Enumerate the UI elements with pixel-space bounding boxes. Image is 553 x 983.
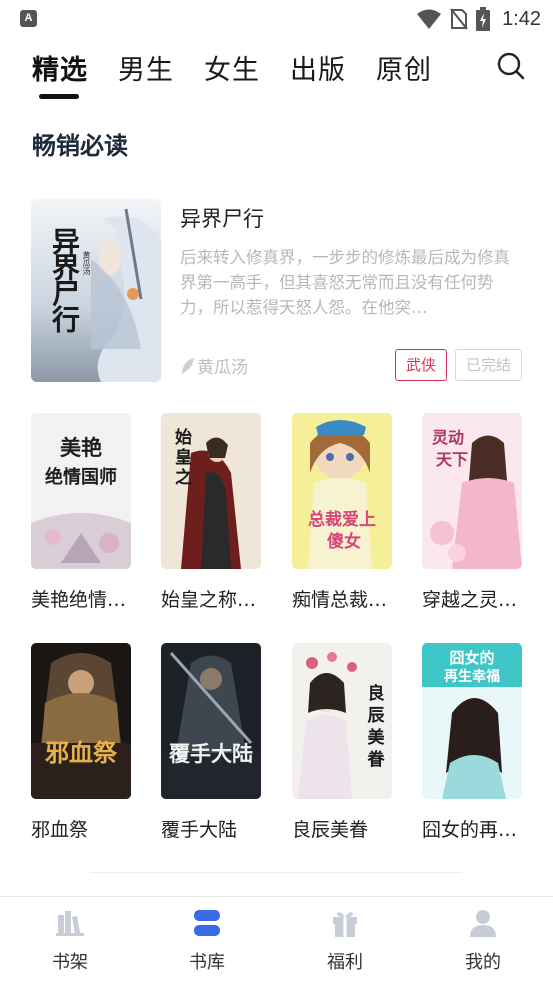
tab-featured[interactable]: 精选 [32, 48, 88, 87]
book-card[interactable]: 覆手大陆 覆手大陆 [161, 643, 261, 842]
cover-text: 囧女的 [449, 649, 494, 667]
featured-book[interactable]: 异界尸行 黄瓜汤 异界尸行 后来转入修真界，一步步的修炼最后成为修真界第一高手，… [31, 199, 523, 383]
cover-text: 灵动 [432, 428, 464, 447]
featured-book-cover[interactable]: 异界尸行 黄瓜汤 [31, 199, 161, 382]
quill-icon [181, 357, 194, 374]
genre-tag[interactable]: 武侠 [395, 349, 447, 381]
nav-welfare[interactable]: 福利 [300, 907, 390, 974]
status-tag: 已完结 [455, 349, 522, 381]
nav-profile[interactable]: 我的 [438, 907, 528, 974]
cover-text: 皇 [175, 447, 192, 468]
book-card[interactable]: 良 辰 美 眷 良辰美眷 [292, 643, 392, 842]
clock: 1:42 [502, 7, 541, 30]
tab-female[interactable]: 女生 [204, 48, 260, 87]
profile-icon [470, 910, 496, 937]
cover-text: 始 [175, 427, 192, 448]
cover-text: 眷 [367, 749, 386, 770]
category-tabs: 精选 男生 女生 出版 原创 [0, 44, 553, 104]
book-card[interactable]: 始 皇 之 始皇之称… [161, 413, 261, 612]
wifi-icon [417, 9, 442, 29]
cover-text: 绝情国师 [45, 466, 117, 488]
cover-text: 总裁爱上 [308, 509, 376, 530]
divider [90, 872, 462, 873]
book-title[interactable]: 覆手大陆 [161, 815, 261, 842]
bookshelf-icon [56, 911, 84, 936]
book-title[interactable]: 美艳绝情… [31, 585, 131, 612]
book-title[interactable]: 囧女的再… [422, 815, 522, 842]
book-cover[interactable]: 良 辰 美 眷 [292, 643, 392, 799]
nav-library[interactable]: 书库 [162, 907, 252, 974]
nav-bookshelf[interactable]: 书架 [25, 907, 115, 974]
book-cover[interactable]: 美艳 绝情国师 [31, 413, 131, 569]
gift-icon [333, 912, 357, 937]
cover-text: 覆手大陆 [169, 741, 253, 766]
cover-text: 傻女 [327, 531, 361, 552]
book-cover[interactable]: 邪血祭 [31, 643, 131, 799]
book-card[interactable]: 灵动 天下 穿越之灵… [422, 413, 522, 612]
cover-text: 再生幸福 [444, 668, 500, 685]
book-card[interactable]: 美艳 绝情国师 美艳绝情… [31, 413, 131, 612]
featured-book-author: 黄瓜汤 [180, 353, 248, 378]
book-cover[interactable]: 始 皇 之 [161, 413, 261, 569]
nav-label: 我的 [465, 952, 501, 973]
cover-text: 天下 [436, 450, 468, 469]
cover-text: 之 [175, 467, 192, 488]
cover-text: 美艳 [60, 435, 102, 460]
app-notification-icon: A [20, 10, 37, 27]
section-title: 畅销必读 [32, 132, 128, 160]
status-bar: A 1:42 [0, 0, 553, 40]
book-card[interactable]: 囧女的 再生幸福 囧女的再… [422, 643, 522, 842]
book-cover[interactable]: 覆手大陆 [161, 643, 261, 799]
nav-label: 书库 [189, 952, 225, 973]
featured-book-title[interactable]: 异界尸行 [180, 203, 264, 233]
cover-text: 美 [368, 727, 386, 748]
battery-charging-icon [476, 7, 491, 31]
active-tab-indicator [39, 94, 79, 99]
tab-original[interactable]: 原创 [376, 48, 432, 87]
tab-male[interactable]: 男生 [118, 48, 174, 87]
nav-label: 福利 [327, 952, 363, 973]
status-icons: 1:42 [416, 6, 541, 32]
cover-text: 良 [368, 683, 385, 704]
book-title[interactable]: 邪血祭 [31, 815, 131, 842]
featured-cover-author: 黄瓜汤 [82, 251, 91, 275]
book-title[interactable]: 始皇之称… [161, 585, 261, 612]
cover-text: 辰 [368, 706, 386, 726]
nav-label: 书架 [52, 952, 88, 973]
no-sim-icon [450, 8, 468, 30]
featured-book-description: 后来转入修真界，一步步的修炼最后成为修真界第一高手，但其喜怒无常而且没有任何势力… [180, 248, 510, 317]
book-title[interactable]: 穿越之灵… [422, 585, 522, 612]
book-title[interactable]: 良辰美眷 [292, 815, 392, 842]
book-cover[interactable]: 总裁爱上 傻女 [292, 413, 392, 569]
book-cover[interactable]: 囧女的 再生幸福 [422, 643, 522, 799]
featured-cover-title: 异界尸行 [48, 227, 81, 331]
search-icon[interactable] [495, 50, 527, 82]
book-title[interactable]: 痴情总裁… [292, 585, 392, 612]
book-cover[interactable]: 灵动 天下 [422, 413, 522, 569]
book-card[interactable]: 总裁爱上 傻女 痴情总裁… [292, 413, 392, 612]
bottom-navigation: 书架 书库 福利 我的 [0, 896, 553, 983]
cover-text: 邪血祭 [44, 738, 118, 767]
author-name: 黄瓜汤 [197, 358, 248, 378]
tab-published[interactable]: 出版 [290, 48, 346, 87]
library-icon [194, 910, 220, 936]
book-card[interactable]: 邪血祭 邪血祭 [31, 643, 131, 842]
